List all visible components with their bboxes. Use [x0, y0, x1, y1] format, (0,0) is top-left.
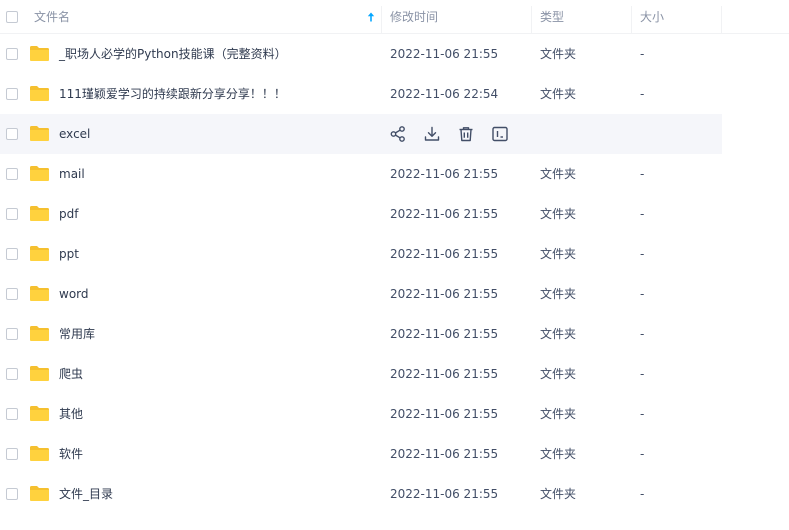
table-row[interactable]: 文件_目录 2022-11-06 21:55 文件夹 - — [0, 474, 789, 514]
column-header-name[interactable]: 文件名 — [34, 0, 70, 34]
modified-time: 2022-11-06 22:54 — [390, 87, 499, 101]
modified-time: 2022-11-06 21:55 — [390, 327, 499, 341]
folder-icon — [30, 406, 49, 421]
folder-icon — [30, 486, 49, 501]
folder-icon — [30, 126, 49, 141]
row-checkbox[interactable] — [6, 368, 18, 380]
file-name[interactable]: 其他 — [59, 394, 83, 434]
row-checkbox[interactable] — [6, 208, 18, 220]
row-checkbox[interactable] — [6, 168, 18, 180]
row-checkbox[interactable] — [6, 248, 18, 260]
file-size: - — [640, 327, 645, 341]
file-size: - — [640, 407, 645, 421]
file-type: 文件夹 — [540, 447, 577, 461]
folder-icon — [30, 246, 49, 261]
file-name[interactable]: 常用库 — [59, 314, 95, 354]
share-icon[interactable] — [389, 125, 407, 143]
row-checkbox[interactable] — [6, 88, 18, 100]
file-type: 文件夹 — [540, 247, 577, 261]
modified-time: 2022-11-06 21:55 — [390, 407, 499, 421]
modified-time: 2022-11-06 21:55 — [390, 287, 499, 301]
folder-icon — [30, 86, 49, 101]
table-row[interactable]: 软件 2022-11-06 21:55 文件夹 - — [0, 434, 789, 474]
file-name[interactable]: excel — [59, 114, 90, 154]
file-size: - — [640, 207, 645, 221]
file-size: - — [640, 487, 645, 501]
file-list-header: 文件名 修改时间 类型 大小 — [0, 0, 789, 34]
file-type: 文件夹 — [540, 47, 577, 61]
folder-icon — [30, 206, 49, 221]
folder-icon — [30, 446, 49, 461]
file-type: 文件夹 — [540, 367, 577, 381]
file-type: 文件夹 — [540, 287, 577, 301]
rename-icon[interactable] — [491, 125, 509, 143]
file-size: - — [640, 247, 645, 261]
table-row[interactable]: 常用库 2022-11-06 21:55 文件夹 - — [0, 314, 789, 354]
file-size: - — [640, 447, 645, 461]
table-row-hovered[interactable]: excel — [0, 114, 722, 154]
table-row[interactable]: mail 2022-11-06 21:55 文件夹 - — [0, 154, 789, 194]
column-header-time[interactable]: 修改时间 — [390, 0, 438, 34]
file-type: 文件夹 — [540, 487, 577, 501]
table-row[interactable]: ppt 2022-11-06 21:55 文件夹 - — [0, 234, 789, 274]
column-divider[interactable] — [531, 6, 532, 34]
table-row[interactable]: 111瑾颖爱学习的持续跟新分享分享！！！ 2022-11-06 22:54 文件… — [0, 74, 789, 114]
sort-ascending-icon[interactable] — [365, 11, 377, 23]
download-icon[interactable] — [423, 125, 441, 143]
select-all-checkbox[interactable] — [6, 11, 18, 23]
row-checkbox[interactable] — [6, 288, 18, 300]
folder-icon — [30, 326, 49, 341]
table-row[interactable]: word 2022-11-06 21:55 文件夹 - — [0, 274, 789, 314]
row-checkbox[interactable] — [6, 128, 18, 140]
modified-time: 2022-11-06 21:55 — [390, 47, 499, 61]
file-type: 文件夹 — [540, 407, 577, 421]
file-name[interactable]: 软件 — [59, 434, 83, 474]
file-type: 文件夹 — [540, 327, 577, 341]
modified-time: 2022-11-06 21:55 — [390, 167, 499, 181]
modified-time: 2022-11-06 21:55 — [390, 247, 499, 261]
file-name[interactable]: 文件_目录 — [59, 474, 113, 514]
file-name[interactable]: pdf — [59, 194, 78, 234]
file-name[interactable]: mail — [59, 154, 85, 194]
row-checkbox[interactable] — [6, 328, 18, 340]
folder-icon — [30, 366, 49, 381]
column-header-type[interactable]: 类型 — [540, 0, 564, 34]
file-type: 文件夹 — [540, 167, 577, 181]
file-name[interactable]: 111瑾颖爱学习的持续跟新分享分享！！！ — [59, 74, 286, 114]
table-row[interactable]: _职场人必学的Python技能课（完整资料） 2022-11-06 21:55 … — [0, 34, 789, 74]
file-size: - — [640, 87, 645, 101]
folder-icon — [30, 46, 49, 61]
column-header-size[interactable]: 大小 — [640, 0, 664, 34]
file-size: - — [640, 167, 645, 181]
folder-icon — [30, 286, 49, 301]
file-size: - — [640, 47, 645, 61]
row-checkbox[interactable] — [6, 488, 18, 500]
file-name[interactable]: _职场人必学的Python技能课（完整资料） — [59, 34, 287, 74]
file-type: 文件夹 — [540, 87, 577, 101]
file-size: - — [640, 287, 645, 301]
table-row[interactable]: 其他 2022-11-06 21:55 文件夹 - — [0, 394, 789, 434]
modified-time: 2022-11-06 21:55 — [390, 447, 499, 461]
modified-time: 2022-11-06 21:55 — [390, 207, 499, 221]
row-checkbox[interactable] — [6, 48, 18, 60]
modified-time: 2022-11-06 21:55 — [390, 367, 499, 381]
delete-icon[interactable] — [457, 125, 475, 143]
file-name[interactable]: ppt — [59, 234, 79, 274]
column-divider[interactable] — [721, 6, 722, 34]
row-checkbox[interactable] — [6, 408, 18, 420]
modified-time: 2022-11-06 21:55 — [390, 487, 499, 501]
file-size: - — [640, 367, 645, 381]
table-row[interactable]: pdf 2022-11-06 21:55 文件夹 - — [0, 194, 789, 234]
file-type: 文件夹 — [540, 207, 577, 221]
column-divider[interactable] — [381, 6, 382, 34]
folder-icon — [30, 166, 49, 181]
table-row[interactable]: 爬虫 2022-11-06 21:55 文件夹 - — [0, 354, 789, 394]
column-divider[interactable] — [631, 6, 632, 34]
row-checkbox[interactable] — [6, 448, 18, 460]
file-name[interactable]: word — [59, 274, 89, 314]
file-name[interactable]: 爬虫 — [59, 354, 83, 394]
